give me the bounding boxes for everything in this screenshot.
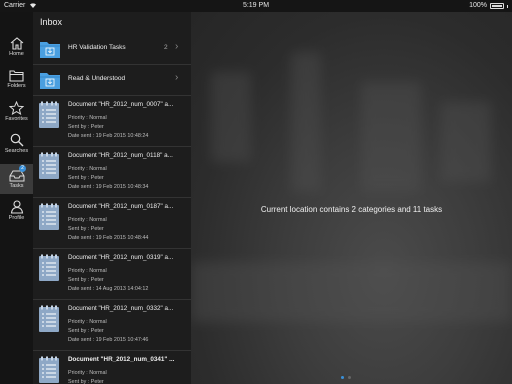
background-shape bbox=[211, 72, 251, 162]
document-priority: Priority : Normal bbox=[68, 115, 107, 121]
document-sender: Sent by : Peter bbox=[68, 328, 104, 334]
folder-row-hr-validation[interactable]: HR Validation Tasks 2 › bbox=[33, 34, 191, 65]
folder-count: 2 bbox=[164, 44, 168, 51]
document-task-icon bbox=[39, 203, 59, 230]
sidebar-item-label: Profile bbox=[8, 215, 25, 221]
document-task-row[interactable]: Document "HR_2012_num_0341" ... Priority … bbox=[33, 351, 191, 384]
chevron-right-icon: › bbox=[175, 41, 179, 52]
document-priority: Priority : Normal bbox=[68, 217, 107, 223]
page-title: Inbox bbox=[40, 17, 63, 27]
sidebar-item-profile[interactable]: Profile bbox=[0, 200, 33, 230]
background-shape bbox=[191, 262, 512, 322]
document-priority: Priority : Normal bbox=[68, 319, 107, 325]
sidebar-item-label: Favorites bbox=[5, 116, 28, 122]
document-task-row[interactable]: Document "HR_2012_num_0118" a... Priority… bbox=[33, 147, 191, 198]
main-content-area: Current location contains 2 categories a… bbox=[191, 12, 512, 384]
document-task-row[interactable]: Document "HR_2012_num_0332" a... Priority… bbox=[33, 300, 191, 351]
tasks-badge: 2 bbox=[19, 165, 26, 172]
sidebar-item-tasks[interactable]: 2 Tasks bbox=[0, 164, 33, 194]
star-icon bbox=[9, 101, 24, 115]
sidebar-item-favorites[interactable]: Favorites bbox=[0, 101, 33, 131]
document-task-icon bbox=[39, 101, 59, 128]
document-title: Document "HR_2012_num_0007" a... bbox=[68, 101, 174, 108]
sidebar-item-label: Home bbox=[9, 51, 24, 57]
document-date: Date sent : 19 Feb 2015 10:47:46 bbox=[68, 337, 149, 343]
document-date: Date sent : 19 Feb 2015 10:48:44 bbox=[68, 235, 149, 241]
document-sender: Sent by : Peter bbox=[68, 226, 104, 232]
document-title: Document "HR_2012_num_0187" a... bbox=[68, 203, 174, 210]
document-task-row[interactable]: Document "HR_2012_num_0007" a... Priority… bbox=[33, 96, 191, 147]
page-dot[interactable] bbox=[348, 376, 351, 379]
search-icon bbox=[10, 133, 23, 147]
clock: 5:19 PM bbox=[242, 2, 270, 9]
folder-label: Read & Understood bbox=[68, 75, 126, 82]
document-date: Date sent : 19 Feb 2015 10:48:34 bbox=[68, 184, 149, 190]
sidebar-item-label: Tasks bbox=[9, 183, 24, 189]
document-task-icon bbox=[39, 152, 59, 179]
document-task-icon bbox=[39, 305, 59, 332]
task-list-pane: Inbox HR Validation Tasks 2 › Read & Und… bbox=[33, 12, 191, 384]
task-folder-icon bbox=[40, 42, 60, 58]
document-date: Date sent : 19 Feb 2015 10:48:24 bbox=[68, 133, 149, 139]
folder-label: HR Validation Tasks bbox=[68, 44, 126, 51]
document-priority: Priority : Normal bbox=[68, 166, 107, 172]
page-dot[interactable] bbox=[341, 376, 344, 379]
folder-row-read-understood[interactable]: Read & Understood › bbox=[33, 65, 191, 96]
document-priority: Priority : Normal bbox=[68, 370, 107, 376]
person-icon bbox=[10, 200, 23, 214]
document-date: Date sent : 14 Aug 2013 14:04:12 bbox=[68, 286, 149, 292]
document-sender: Sent by : Peter bbox=[68, 277, 104, 283]
home-icon bbox=[10, 37, 23, 50]
background-shape bbox=[361, 82, 421, 192]
background-shape bbox=[291, 52, 321, 192]
sidebar-item-folders[interactable]: Folders bbox=[0, 69, 33, 99]
task-folder-icon bbox=[40, 73, 60, 89]
page-indicator[interactable] bbox=[341, 376, 351, 379]
document-task-row[interactable]: Document "HR_2012_num_0319" a... Priority… bbox=[33, 249, 191, 300]
battery-icon bbox=[490, 3, 504, 9]
folder-icon bbox=[9, 70, 24, 82]
sidebar: Home Folders Favorites Searches 2 Tasks … bbox=[0, 12, 33, 384]
status-bar: Carrier 5:19 PM 100% bbox=[0, 0, 512, 12]
sidebar-item-label: Searches bbox=[4, 148, 29, 154]
document-title: Document "HR_2012_num_0118" a... bbox=[68, 152, 173, 159]
document-sender: Sent by : Peter bbox=[68, 175, 104, 181]
battery-percent: 100% bbox=[469, 2, 487, 9]
document-title: Document "HR_2012_num_0341" ... bbox=[68, 356, 175, 363]
document-task-row[interactable]: Document "HR_2012_num_0187" a... Priority… bbox=[33, 198, 191, 249]
battery-indicator: 100% bbox=[469, 0, 508, 12]
sidebar-item-home[interactable]: Home bbox=[0, 37, 33, 67]
chevron-right-icon: › bbox=[175, 72, 179, 83]
document-priority: Priority : Normal bbox=[68, 268, 107, 274]
sidebar-item-label: Folders bbox=[7, 83, 26, 89]
document-title: Document "HR_2012_num_0332" a... bbox=[68, 305, 174, 312]
document-sender: Sent by : Peter bbox=[68, 124, 104, 130]
location-summary: Current location contains 2 categories a… bbox=[260, 205, 443, 214]
document-task-icon bbox=[39, 356, 59, 383]
document-title: Document "HR_2012_num_0319" a... bbox=[68, 254, 174, 261]
sidebar-item-searches[interactable]: Searches bbox=[0, 133, 33, 163]
document-sender: Sent by : Peter bbox=[68, 379, 104, 384]
background-shape bbox=[441, 102, 491, 182]
document-task-icon bbox=[39, 254, 59, 281]
